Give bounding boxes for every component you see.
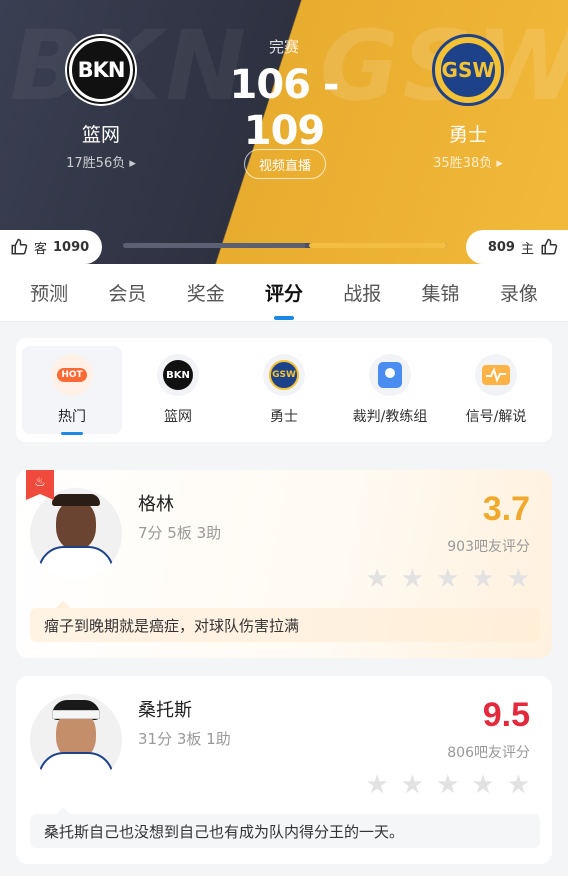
star-icon[interactable]: ★ — [436, 772, 459, 798]
star-icon[interactable]: ★ — [365, 566, 388, 592]
rating-count: 806吧友评分 — [447, 745, 530, 761]
hot-badge-icon: ♨ — [26, 470, 54, 500]
bkn-logo-icon: BKN — [157, 354, 199, 396]
home-team-name: 篮网 — [81, 124, 120, 146]
main-tabs: 预测 会员 奖金 评分 战报 集锦 录像 — [0, 264, 568, 322]
player-avatar — [30, 488, 122, 580]
filter-label: 热门 — [58, 409, 86, 425]
tab-report[interactable]: 战报 — [337, 275, 387, 310]
thumbs-up-icon — [541, 238, 558, 255]
star-icon[interactable]: ★ — [507, 566, 530, 592]
gsw-logo-icon[interactable]: GSW — [432, 34, 504, 106]
thumbs-up-icon — [11, 238, 28, 255]
hot-icon: HOT — [51, 354, 93, 396]
home-vote-fill — [308, 243, 447, 248]
tab-replay[interactable]: 录像 — [494, 275, 544, 310]
tab-bonus[interactable]: 奖金 — [181, 275, 231, 310]
player-name: 桑托斯 — [138, 700, 192, 721]
player-stats: 7分 5板 3助 — [138, 524, 222, 542]
player-rating: 9.5 — [482, 696, 530, 734]
bkn-logo-icon[interactable]: BKN — [65, 34, 137, 106]
filter-label: 信号/解说 — [465, 409, 527, 425]
away-vote-button[interactable]: 客 1090 — [0, 230, 102, 264]
home-team-record[interactable]: 17胜56负 ▸ — [31, 152, 171, 171]
star-icon[interactable]: ★ — [401, 772, 424, 798]
away-team-record[interactable]: 35胜38负 ▸ — [398, 152, 538, 171]
rating-filter: HOT 热门 BKN 篮网 GSW 勇士 裁判/教练组 信号/解说 — [16, 338, 552, 442]
star-icon[interactable]: ★ — [436, 566, 459, 592]
tab-rating[interactable]: 评分 — [259, 275, 309, 310]
game-header: BKN GSW BKN 篮网 17胜56负 ▸ 完赛 106 - 109 视频直… — [0, 0, 568, 264]
rating-stars[interactable]: ★ ★ ★ ★ ★ — [365, 566, 530, 592]
top-comment[interactable]: 桑托斯自己也没想到自己也有成为队内得分王的一天。 — [30, 807, 540, 848]
home-vote-label: 主 — [520, 241, 534, 257]
away-team-name: 勇士 — [448, 124, 487, 146]
player-name: 格林 — [138, 494, 174, 515]
top-comment[interactable]: 瘤子到晚期就是癌症，对球队伤害拉满 — [30, 601, 540, 642]
away-vote-fill — [123, 243, 305, 248]
filter-bkn[interactable]: BKN 篮网 — [128, 346, 228, 434]
player-stats: 31分 3板 1助 — [138, 730, 231, 748]
away-vote-label: 客 — [34, 241, 48, 257]
rating-stars[interactable]: ★ ★ ★ ★ ★ — [365, 772, 530, 798]
away-vote-count: 1090 — [53, 239, 90, 255]
star-icon[interactable]: ★ — [507, 772, 530, 798]
star-icon[interactable]: ★ — [401, 566, 424, 592]
tab-highlights[interactable]: 集锦 — [416, 275, 466, 310]
filter-signal[interactable]: 信号/解说 — [446, 346, 546, 434]
star-icon[interactable]: ★ — [365, 772, 388, 798]
rating-count: 903吧友评分 — [447, 539, 530, 555]
filter-label: 勇士 — [270, 409, 298, 425]
live-stream-button[interactable]: 视频直播 — [244, 149, 326, 179]
filter-hot[interactable]: HOT 热门 — [22, 346, 122, 434]
star-icon[interactable]: ★ — [471, 566, 494, 592]
filter-referee[interactable]: 裁判/教练组 — [340, 346, 440, 434]
vote-ratio-bar — [123, 243, 447, 248]
filter-gsw[interactable]: GSW 勇士 — [234, 346, 334, 434]
player-rating: 3.7 — [482, 490, 530, 528]
tab-predict[interactable]: 预测 — [24, 275, 74, 310]
player-card[interactable]: ♨ 格林 7分 5板 3助 3.7 903吧友评分 ★ ★ ★ ★ ★ 瘤子到晚… — [16, 470, 552, 658]
filter-label: 裁判/教练组 — [352, 409, 428, 425]
tab-member[interactable]: 会员 — [102, 275, 152, 310]
star-icon[interactable]: ★ — [471, 772, 494, 798]
gsw-logo-icon: GSW — [263, 354, 305, 396]
player-card[interactable]: 桑托斯 31分 3板 1助 9.5 806吧友评分 ★ ★ ★ ★ ★ 桑托斯自… — [16, 676, 552, 864]
home-vote-button[interactable]: 809 主 — [466, 230, 568, 264]
home-vote-count: 809 — [487, 239, 515, 255]
filter-label: 篮网 — [164, 409, 192, 425]
referee-icon — [369, 354, 411, 396]
player-avatar — [30, 694, 122, 786]
signal-icon — [475, 354, 517, 396]
game-score: 106 - 109 — [229, 62, 339, 154]
game-status: 完赛 — [268, 38, 299, 56]
